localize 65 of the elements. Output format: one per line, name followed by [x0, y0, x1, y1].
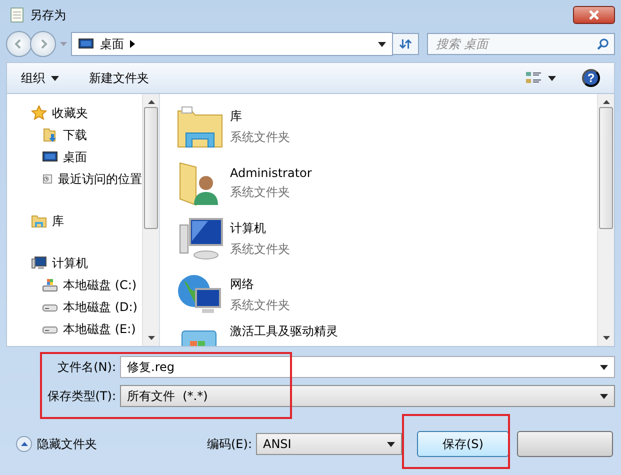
nav-item[interactable]: 桌面 — [7, 146, 142, 168]
organize-menu[interactable]: 组织 — [21, 70, 59, 86]
details-view-icon — [526, 71, 542, 85]
close-icon — [589, 10, 599, 20]
file-item[interactable]: 计算机 系统文件夹 — [176, 211, 597, 267]
help-button[interactable]: ? — [582, 69, 600, 87]
file-type: 系统文件夹 — [230, 297, 290, 314]
nav-item[interactable]: 收藏夹 — [7, 102, 142, 124]
dropdown-caret-icon — [378, 42, 386, 46]
refresh-arrows-icon — [399, 38, 412, 50]
file-name: 计算机 — [230, 220, 267, 237]
breadcrumb-item[interactable]: 桌面 — [100, 36, 124, 52]
file-name: 激活工具及驱动精灵 — [230, 323, 338, 340]
file-type: 系统文件夹 — [230, 184, 291, 200]
caret-icon — [600, 394, 608, 398]
file-item[interactable]: Administrator 系统文件夹 — [176, 155, 597, 211]
hide-folders-button[interactable]: 隐藏文件夹 — [16, 436, 97, 452]
nav-item[interactable]: 本地磁盘 (E:) — [7, 318, 142, 340]
computer-icon — [31, 255, 47, 271]
search-field[interactable]: 搜索 桌面 — [427, 33, 615, 55]
nav-item[interactable]: 最近访问的位置 — [7, 168, 142, 190]
nav-item[interactable]: 本地磁盘 (D:) — [7, 296, 142, 318]
file-name: 库 — [230, 108, 243, 125]
scrollbar[interactable] — [597, 94, 614, 346]
collapse-icon — [16, 436, 32, 452]
save-button[interactable]: 保存(S) — [417, 431, 509, 457]
scroll-down-icon[interactable] — [602, 336, 610, 340]
file-type: 系统文件夹 — [230, 129, 290, 146]
file-name-field[interactable]: 修复.reg — [120, 356, 615, 378]
file-item[interactable]: 网络 系统文件夹 — [176, 267, 597, 323]
caret-icon — [387, 442, 395, 446]
folder-download-icon — [42, 127, 58, 143]
nav-item[interactable]: 下载 — [7, 124, 142, 146]
search-icon — [597, 38, 609, 50]
dropdown-caret-icon — [600, 365, 608, 370]
encoding-label: 编码(E): — [207, 436, 252, 452]
scrollbar[interactable] — [142, 94, 159, 346]
nav-item[interactable]: 本地磁盘 (C:) — [7, 274, 142, 296]
file-name-label: 文件名(N): — [56, 358, 117, 376]
encoding-dropdown[interactable]: ANSI — [256, 433, 402, 455]
scroll-up-icon[interactable] — [148, 100, 154, 104]
library-folder-icon — [31, 213, 47, 229]
address-bar[interactable]: 桌面 — [71, 32, 393, 56]
view-menu[interactable] — [526, 71, 556, 85]
window-title: 另存为 — [30, 6, 66, 24]
file-type: 系统文件夹 — [230, 241, 290, 258]
close-button[interactable] — [573, 6, 615, 24]
file-name: 网络 — [230, 276, 255, 293]
nav-item[interactable]: 库 — [7, 210, 142, 232]
star-icon — [31, 105, 47, 121]
file-name: Administrator — [230, 166, 312, 180]
caret-icon — [51, 76, 59, 80]
notepad-icon — [10, 7, 24, 23]
file-item[interactable]: 库 系统文件夹 — [176, 99, 597, 155]
refresh-button[interactable] — [393, 33, 419, 55]
chevron-icon[interactable] — [130, 40, 135, 48]
file-type-label: 保存类型(T): — [46, 388, 117, 404]
scroll-down-icon[interactable] — [148, 336, 154, 340]
file-type-dropdown[interactable]: 所有文件 (*.*) — [120, 385, 615, 407]
drive-windows-icon — [42, 277, 58, 293]
blank-button[interactable] — [517, 431, 613, 457]
scroll-up-icon[interactable] — [602, 100, 610, 104]
caret-icon — [548, 76, 556, 80]
nav-item[interactable]: 计算机 — [7, 252, 142, 274]
new-folder-button[interactable]: 新建文件夹 — [89, 70, 149, 86]
